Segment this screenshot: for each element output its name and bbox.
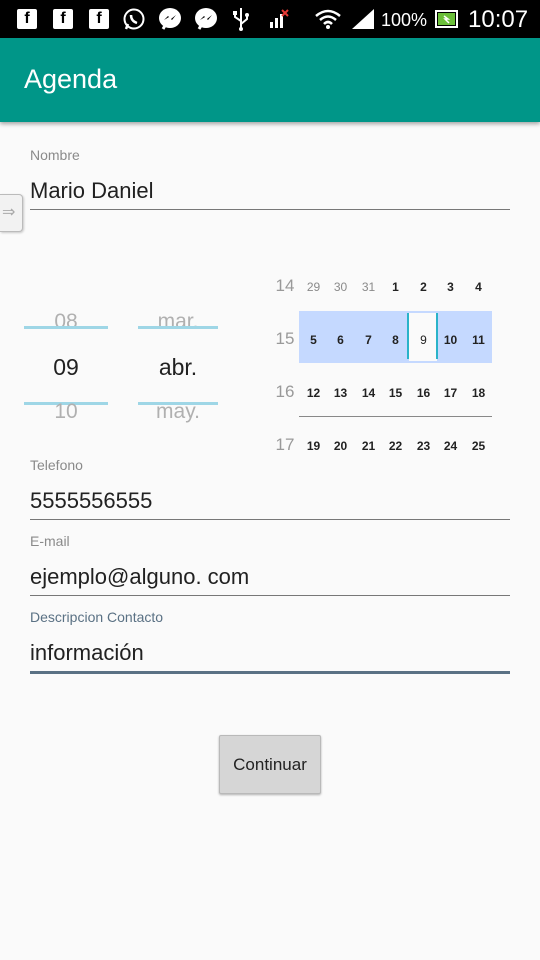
facebook-icon: f [89, 8, 109, 30]
selected-day-bar-left [407, 313, 409, 359]
side-drawer-handle[interactable]: ⇒ [0, 194, 23, 232]
calendar-day[interactable]: 8 [382, 333, 409, 347]
whatsapp-icon [122, 8, 146, 30]
telefono-label: Telefono [30, 457, 83, 473]
month-spinner[interactable]: mar. abr. may. [138, 300, 218, 430]
cell-signal-icon [350, 8, 376, 30]
calendar-day[interactable]: 11 [465, 333, 492, 347]
month-prev[interactable]: mar. [138, 310, 218, 334]
calendar-day[interactable]: 1 [382, 280, 409, 294]
calendar-day[interactable]: 10 [437, 333, 464, 347]
status-bar: f f f 100% 10:07 [0, 0, 540, 38]
day-next[interactable]: 10 [24, 400, 108, 424]
calendar-day[interactable]: 14 [355, 386, 382, 400]
calendar-day[interactable]: 16 [410, 386, 437, 400]
continue-button[interactable]: Continuar [219, 735, 321, 794]
calendar-day[interactable]: 25 [465, 439, 492, 453]
calendar-day[interactable]: 19 [300, 439, 327, 453]
week-number: 17 [275, 435, 295, 454]
facebook-icon: f [17, 8, 37, 30]
app-title: Agenda [24, 64, 118, 94]
calendar-day[interactable]: 15 [382, 386, 409, 400]
calendar-day[interactable]: 24 [437, 439, 464, 453]
nombre-label: Nombre [30, 147, 80, 163]
descripcion-field[interactable]: información [30, 634, 510, 674]
calendar-day[interactable]: 22 [382, 439, 409, 453]
month-divider-top [138, 326, 218, 329]
calendar-day[interactable]: 4 [465, 280, 492, 294]
calendar-day[interactable]: 13 [327, 386, 354, 400]
calendar-day[interactable]: 20 [327, 439, 354, 453]
month-current[interactable]: abr. [138, 354, 218, 381]
messenger-icon [158, 8, 182, 30]
day-spinner[interactable]: 08 09 10 [24, 300, 108, 430]
selected-calendar-day[interactable]: 9 [410, 333, 437, 347]
app-bar: Agenda [0, 38, 540, 122]
calendar-day[interactable]: 12 [300, 386, 327, 400]
week-number: 16 [275, 382, 295, 401]
week-number: 15 [275, 329, 295, 348]
nombre-field[interactable]: Mario Daniel [30, 172, 510, 210]
email-label: E-mail [30, 533, 70, 549]
calendar-day[interactable]: 3 [437, 280, 464, 294]
battery-icon [435, 8, 459, 30]
clock: 10:07 [468, 6, 529, 33]
calendar-day[interactable]: 21 [355, 439, 382, 453]
calendar-day[interactable]: 30 [327, 280, 354, 294]
calendar-day[interactable]: 31 [355, 280, 382, 294]
wifi-icon [314, 8, 342, 30]
telefono-field[interactable]: 5555556555 [30, 482, 510, 520]
month-next[interactable]: may. [138, 400, 218, 424]
day-prev[interactable]: 08 [24, 310, 108, 334]
calendar-day[interactable]: 6 [327, 333, 354, 347]
signal-off-icon [268, 8, 290, 30]
descripcion-label: Descripcion Contacto [30, 609, 164, 625]
arrow-right-icon: ⇒ [2, 202, 16, 221]
calendar-day[interactable]: 23 [410, 439, 437, 453]
calendar-day[interactable]: 18 [465, 386, 492, 400]
messenger-icon [194, 8, 218, 30]
battery-percent: 100% [381, 10, 428, 30]
calendar-day[interactable]: 7 [355, 333, 382, 347]
facebook-icon: f [53, 8, 73, 30]
week-number: 14 [275, 276, 295, 295]
usb-icon [232, 8, 250, 31]
day-current[interactable]: 09 [24, 354, 108, 381]
calendar-day[interactable]: 17 [437, 386, 464, 400]
email-field[interactable]: ejemplo@alguno. com [30, 558, 510, 596]
calendar-day[interactable]: 29 [300, 280, 327, 294]
calendar-day[interactable]: 2 [410, 280, 437, 294]
calendar-divider [299, 416, 492, 417]
day-divider-top [24, 326, 108, 329]
calendar-day[interactable]: 5 [300, 333, 327, 347]
